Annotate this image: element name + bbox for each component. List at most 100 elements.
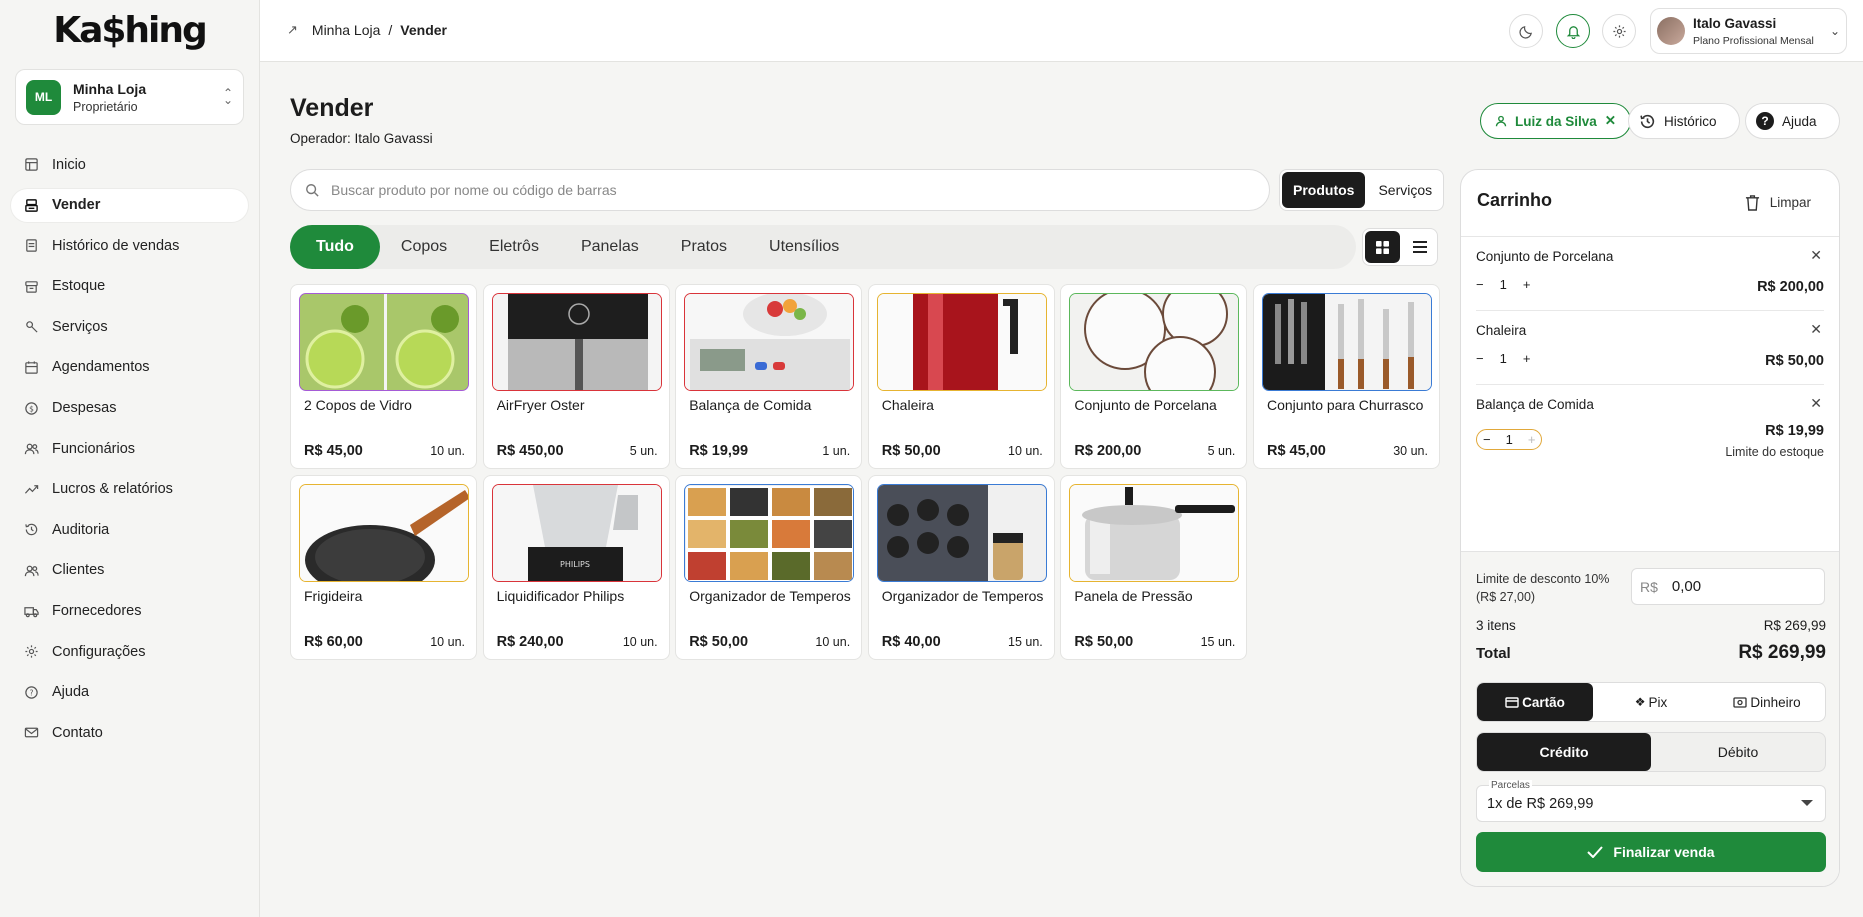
view-toggle	[1362, 228, 1438, 266]
product-card[interactable]: Organizador de Temperos R$ 50,00 10 un.	[675, 475, 863, 660]
sidebar-item-ajuda[interactable]: ? Ajuda	[11, 676, 248, 709]
sidebar-item-label: Histórico de vendas	[52, 237, 180, 254]
list-view-button[interactable]	[1402, 229, 1437, 265]
category-copos[interactable]: Copos	[380, 225, 468, 269]
finish-sale-button[interactable]: Finalizar venda	[1476, 832, 1826, 872]
quantity-value[interactable]: 1	[1500, 277, 1507, 292]
breadcrumb-parent[interactable]: Minha Loja	[312, 22, 381, 38]
tab-credito[interactable]: Crédito	[1477, 733, 1651, 771]
category-tudo[interactable]: Tudo	[290, 225, 380, 269]
sidebar-item-vender[interactable]: Vender	[11, 188, 248, 222]
minus-icon[interactable]: −	[1476, 351, 1484, 366]
gear-icon	[23, 644, 39, 660]
breadcrumb-separator: /	[388, 22, 393, 38]
dollar-icon: $	[23, 400, 39, 416]
product-card[interactable]: AirFryer Oster R$ 450,00 5 un.	[482, 284, 670, 469]
minus-icon[interactable]: −	[1483, 432, 1491, 447]
product-card[interactable]: Frigideira R$ 60,00 10 un.	[290, 475, 477, 660]
quantity-stepper: − 1 +	[1476, 351, 1530, 366]
product-stock: 10 un.	[1008, 444, 1043, 458]
cart-footer: Limite de desconto 10% (R$ 27,00) R$ 0,0…	[1461, 551, 1839, 886]
breadcrumb: ↗ Minha Loja / Vender	[287, 22, 447, 38]
category-utensilios[interactable]: Utensílios	[748, 225, 860, 269]
settings-button[interactable]	[1602, 14, 1636, 48]
product-stock: 30 un.	[1393, 444, 1428, 458]
sidebar-item-despesas[interactable]: $ Despesas	[11, 392, 248, 425]
search-input[interactable]: Buscar produto por nome ou código de bar…	[290, 169, 1270, 211]
close-icon[interactable]: ✕	[1605, 113, 1616, 129]
tab-produtos[interactable]: Produtos	[1282, 172, 1366, 208]
installments-select[interactable]: Parcelas 1x de R$ 269,99	[1476, 780, 1826, 822]
tab-pix[interactable]: ❖ Pix	[1593, 683, 1709, 721]
product-stock: 15 un.	[1008, 635, 1043, 649]
plus-icon[interactable]: +	[1528, 432, 1536, 447]
minus-icon[interactable]: −	[1476, 277, 1484, 292]
grid-view-button[interactable]	[1365, 231, 1400, 263]
sidebar-item-agendamentos[interactable]: Agendamentos	[11, 351, 248, 384]
product-image	[876, 484, 1047, 582]
cart-item-price: R$ 200,00	[1757, 279, 1824, 295]
sidebar-item-configuracoes[interactable]: Configurações	[11, 635, 248, 668]
store-selector[interactable]: ML Minha Loja Proprietário ⌃ ⌄	[15, 69, 244, 125]
sidebar-item-auditoria[interactable]: Auditoria	[11, 513, 248, 546]
sidebar-item-historico-vendas[interactable]: Histórico de vendas	[11, 229, 248, 262]
sidebar-item-fornecedores[interactable]: Fornecedores	[11, 595, 248, 628]
cart-item-price: R$ 19,99	[1765, 423, 1824, 439]
sidebar-item-contato[interactable]: Contato	[11, 716, 248, 749]
plus-icon[interactable]: +	[1523, 351, 1531, 366]
operator-label: Operador: Italo Gavassi	[290, 131, 433, 146]
product-card[interactable]: Conjunto de Porcelana R$ 200,00 5 un.	[1060, 284, 1248, 469]
history-button[interactable]: Histórico	[1628, 103, 1740, 139]
tab-dinheiro[interactable]: Dinheiro	[1709, 683, 1825, 721]
clear-label: Limpar	[1769, 195, 1811, 210]
product-card[interactable]: Chaleira R$ 50,00 10 un.	[867, 284, 1055, 469]
category-eletros[interactable]: Eletrôs	[468, 225, 560, 269]
sidebar-item-funcionarios[interactable]: Funcionários	[11, 432, 248, 465]
sidebar-item-label: Vender	[52, 197, 101, 214]
remove-item-button[interactable]: ✕	[1810, 395, 1822, 412]
avatar	[1657, 17, 1685, 45]
sidebar-item-inicio[interactable]: Inicio	[11, 148, 248, 181]
client-chip[interactable]: Luiz da Silva ✕	[1480, 103, 1632, 139]
search-placeholder: Buscar produto por nome ou código de bar…	[331, 182, 617, 198]
product-stock: 10 un.	[815, 635, 851, 649]
product-card[interactable]: Balança de Comida R$ 19,99 1 un.	[675, 284, 863, 469]
cart-item: Balança de Comida ✕ − 1 + R$ 19,99 Limit…	[1476, 385, 1824, 465]
discount-limit-label: Limite de desconto 10% (R$ 27,00)	[1476, 572, 1610, 604]
user-icon	[1495, 115, 1507, 127]
product-card[interactable]: Panela de Pressão R$ 50,00 15 un.	[1060, 475, 1248, 660]
product-card[interactable]: Organizador de Temperos R$ 40,00 15 un.	[867, 475, 1055, 660]
remove-item-button[interactable]: ✕	[1810, 321, 1822, 338]
product-card[interactable]: PHILIPS Liquidificador Philips R$ 240,00…	[482, 475, 670, 660]
sidebar-item-estoque[interactable]: Estoque	[11, 270, 248, 303]
help-button[interactable]: ? Ajuda	[1745, 103, 1840, 139]
tab-debito[interactable]: Débito	[1651, 733, 1825, 771]
home-icon	[23, 157, 39, 173]
app-logo[interactable]: Ka$hing	[0, 10, 259, 51]
remove-item-button[interactable]: ✕	[1810, 247, 1822, 264]
category-panelas[interactable]: Panelas	[560, 225, 660, 269]
sidebar-item-clientes[interactable]: Clientes	[11, 554, 248, 587]
product-image: PHILIPS	[491, 484, 662, 582]
gear-icon	[1612, 24, 1626, 38]
sidebar-item-servicos[interactable]: Serviços	[11, 310, 248, 343]
tab-cartao[interactable]: Cartão	[1477, 683, 1593, 721]
theme-toggle-button[interactable]	[1509, 14, 1543, 48]
product-card[interactable]: Conjunto para Churrasco R$ 45,00 30 un.	[1252, 284, 1440, 469]
clear-cart-button[interactable]: Limpar	[1745, 194, 1811, 211]
category-pratos[interactable]: Pratos	[660, 225, 748, 269]
product-card[interactable]: 2 Copos de Vidro R$ 45,00 10 un.	[290, 284, 477, 469]
product-stock: 5 un.	[1207, 444, 1236, 458]
store-name: Minha Loja	[73, 80, 147, 97]
installments-label: Parcelas	[1489, 780, 1532, 791]
sidebar-item-lucros[interactable]: Lucros & relatórios	[11, 473, 248, 506]
quantity-value[interactable]: 1	[1506, 432, 1513, 447]
discount-input[interactable]: R$ 0,00	[1631, 568, 1825, 605]
plus-icon[interactable]: +	[1523, 277, 1531, 292]
arrow-up-right-icon[interactable]: ↗	[287, 22, 298, 38]
user-menu[interactable]: Italo Gavassi Plano Profissional Mensal …	[1650, 8, 1847, 54]
notifications-button[interactable]	[1556, 14, 1590, 48]
quantity-value[interactable]: 1	[1500, 351, 1507, 366]
product-stock: 5 un.	[629, 444, 658, 458]
tab-servicos[interactable]: Serviços	[1367, 170, 1443, 210]
